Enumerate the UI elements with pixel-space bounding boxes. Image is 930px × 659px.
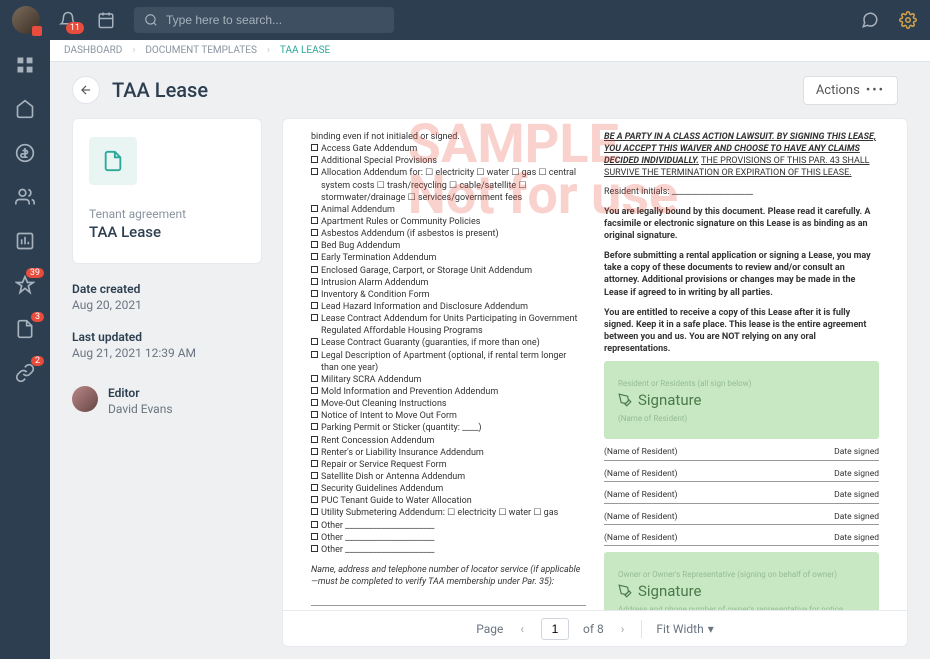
checklist-item: Utility Submetering Addendum: ☐ electric… <box>311 507 586 519</box>
checklist-item: PUC Tenant Guide to Water Allocation <box>311 495 586 507</box>
checklist-item: Parking Permit or Sticker (quantity: ___… <box>311 422 586 434</box>
breadcrumb: DASHBOARD › DOCUMENT TEMPLATES › TAA LEA… <box>50 40 930 62</box>
more-dots-icon: ••• <box>866 83 885 98</box>
nav-finance-icon[interactable] <box>14 142 36 164</box>
arrow-left-icon <box>79 83 93 97</box>
pager: Page ‹ of 8 › Fit Width ▾ <box>283 610 907 646</box>
signature-icon <box>618 393 632 407</box>
breadcrumb-item-active[interactable]: TAA LEASE <box>280 45 330 56</box>
search-input[interactable] <box>166 13 384 27</box>
checklist-item: Security Guidelines Addendum <box>311 483 586 495</box>
checklist-item: Military SCRA Addendum <box>311 374 586 386</box>
checklist-item: Legal Description of Apartment (optional… <box>311 350 586 374</box>
search-box[interactable] <box>134 7 394 33</box>
document-info-card: Tenant agreement TAA Lease <box>72 118 262 264</box>
checklist-item: Mold Information and Prevention Addendum <box>311 386 586 398</box>
checklist-item: Allocation Addendum for: ☐ electricity ☐… <box>311 167 586 203</box>
signature-field-resident[interactable]: Resident or Residents (all sign below) S… <box>604 361 879 439</box>
addendum-checklist: Access Gate AddendumAdditional Special P… <box>311 143 586 556</box>
checklist-item: Intrusion Alarm Addendum <box>311 277 586 289</box>
checklist-item: Access Gate Addendum <box>311 143 586 155</box>
page-prev-button[interactable]: ‹ <box>517 622 527 636</box>
created-label: Date created <box>72 282 262 296</box>
document-page[interactable]: SAMPLE Not for use binding even if not i… <box>283 119 907 610</box>
doc-name: TAA Lease <box>89 223 245 241</box>
updated-value: Aug 21, 2021 12:39 AM <box>72 346 262 360</box>
checklist-item: Apartment Rules or Community Policies <box>311 216 586 228</box>
nav-documents-icon[interactable]: 3 <box>14 318 36 340</box>
checklist-item: Asbestos Addendum (if asbestos is presen… <box>311 228 586 240</box>
nav-apps-icon[interactable] <box>14 54 36 76</box>
notifications-icon[interactable]: 11 <box>58 10 78 30</box>
signature-icon <box>618 584 632 598</box>
page-title: TAA Lease <box>112 78 803 102</box>
checklist-item: Lead Hazard Information and Disclosure A… <box>311 301 586 313</box>
notification-badge: 11 <box>66 22 84 34</box>
nav-people-icon[interactable] <box>14 186 36 208</box>
user-avatar[interactable] <box>12 6 40 34</box>
page-input[interactable] <box>541 618 569 640</box>
checklist-item: Lease Contract Addendum for Units Partic… <box>311 313 586 337</box>
checklist-item: Satellite Dish or Antenna Addendum <box>311 471 586 483</box>
editor-avatar <box>72 386 98 412</box>
actions-button[interactable]: Actions ••• <box>803 76 898 105</box>
checklist-item: Animal Addendum <box>311 204 586 216</box>
nav-link-icon[interactable]: 2 <box>14 362 36 384</box>
editor-name: David Evans <box>108 402 173 416</box>
checklist-item: Additional Special Provisions <box>311 155 586 167</box>
chat-icon[interactable] <box>860 10 880 30</box>
checklist-item: Early Termination Addendum <box>311 252 586 264</box>
breadcrumb-item[interactable]: DOCUMENT TEMPLATES <box>145 45 257 56</box>
signature-field-owner[interactable]: Owner or Owner's Representative (signing… <box>604 552 879 610</box>
zoom-fit-select[interactable]: Fit Width ▾ <box>656 622 713 636</box>
checklist-item: Other ______________________ <box>311 544 586 556</box>
updated-label: Last updated <box>72 330 262 344</box>
nav-home-icon[interactable] <box>14 98 36 120</box>
created-value: Aug 20, 2021 <box>72 298 262 312</box>
checklist-item: Bed Bug Addendum <box>311 240 586 252</box>
calendar-icon[interactable] <box>96 10 116 30</box>
breadcrumb-item[interactable]: DASHBOARD <box>64 45 122 56</box>
checklist-item: Repair or Service Request Form <box>311 459 586 471</box>
doc-type-label: Tenant agreement <box>89 207 245 221</box>
settings-icon[interactable] <box>898 10 918 30</box>
checklist-item: Move-Out Cleaning Instructions <box>311 398 586 410</box>
checklist-item: Lease Contract Guaranty (guaranties, if … <box>311 337 586 349</box>
back-button[interactable] <box>72 76 100 104</box>
document-viewer: SAMPLE Not for use binding even if not i… <box>282 118 908 647</box>
checklist-item: Enclosed Garage, Carport, or Storage Uni… <box>311 265 586 277</box>
page-next-button[interactable]: › <box>618 622 628 636</box>
document-type-icon <box>89 137 137 185</box>
nav-pin-icon[interactable]: 39 <box>14 274 36 296</box>
editor-label: Editor <box>108 386 173 400</box>
checklist-item: Rent Concession Addendum <box>311 435 586 447</box>
checklist-item: Inventory & Condition Form <box>311 289 586 301</box>
checklist-item: Other ______________________ <box>311 520 586 532</box>
checklist-item: Notice of Intent to Move Out Form <box>311 410 586 422</box>
checklist-item: Other ______________________ <box>311 532 586 544</box>
search-icon <box>144 13 158 27</box>
nav-reports-icon[interactable] <box>14 230 36 252</box>
chevron-down-icon: ▾ <box>708 622 714 636</box>
checklist-item: Renter's or Liability Insurance Addendum <box>311 447 586 459</box>
